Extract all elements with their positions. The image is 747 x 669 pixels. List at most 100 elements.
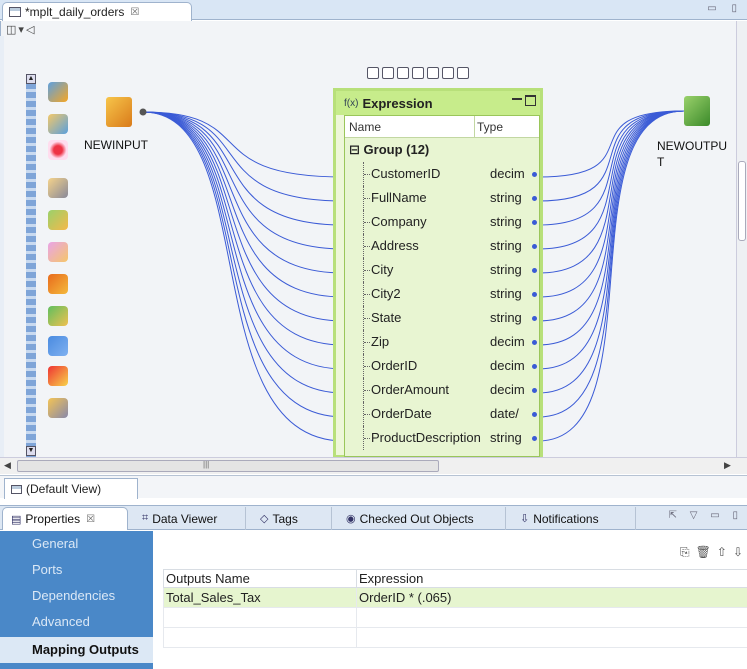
port-type: string: [490, 430, 522, 445]
tab-default-view[interactable]: (Default View): [4, 478, 138, 499]
transform-icon[interactable]: [48, 114, 68, 134]
delete-output-icon[interactable]: 🗑: [696, 545, 711, 560]
move-down-icon[interactable]: ⇩: [733, 545, 743, 560]
expression-cell[interactable]: [356, 607, 747, 628]
port-name: City2: [371, 286, 401, 301]
editor-window-buttons[interactable]: ▭ ▯: [707, 3, 743, 14]
output-port-dot[interactable]: [532, 196, 537, 201]
port-row[interactable]: City2 string: [345, 282, 539, 306]
input-node-icon[interactable]: [106, 97, 132, 127]
close-icon[interactable]: ☒: [86, 514, 95, 525]
cut-icon[interactable]: [382, 67, 394, 79]
move-up-icon[interactable]: [442, 67, 454, 79]
palette-scroll-up-icon[interactable]: ▲: [26, 74, 36, 84]
router-icon[interactable]: [48, 210, 68, 230]
canvas-vertical-scrollbar[interactable]: [736, 21, 747, 457]
output-port-dot[interactable]: [532, 364, 537, 369]
side-nav-item-general[interactable]: General: [0, 531, 153, 557]
aggregator-icon[interactable]: [48, 82, 68, 102]
output-name-cell[interactable]: Total_Sales_Tax: [163, 587, 357, 608]
copy-icon[interactable]: [397, 67, 409, 79]
layout-icon[interactable]: ◫: [6, 23, 16, 36]
editor-tab-mplt-daily-orders[interactable]: *mplt_daily_orders ☒: [2, 2, 192, 21]
expression-header[interactable]: f(x) Expression: [336, 91, 540, 115]
expression-transformation[interactable]: f(x) Expression Name Type ⊟ Group (12) C…: [333, 88, 543, 458]
update-strategy-icon[interactable]: [48, 398, 68, 418]
paste-icon[interactable]: [412, 67, 424, 79]
port-group[interactable]: ⊟ Group (12): [345, 138, 539, 162]
port-row[interactable]: State string: [345, 306, 539, 330]
output-port-dot[interactable]: [532, 244, 537, 249]
sorter-icon[interactable]: [48, 242, 68, 262]
port-row[interactable]: City string: [345, 258, 539, 282]
expression-cell[interactable]: [356, 627, 747, 648]
filter-icon[interactable]: [48, 178, 68, 198]
delete-icon[interactable]: [427, 67, 439, 79]
tab-label: Tags: [272, 511, 298, 526]
port-row[interactable]: OrderID decim: [345, 354, 539, 378]
move-down-icon[interactable]: [457, 67, 469, 79]
new-output-icon[interactable]: ⎘: [680, 545, 690, 560]
table-row[interactable]: Total_Sales_Tax OrderID * (.065): [163, 587, 747, 608]
output-port-dot[interactable]: [532, 268, 537, 273]
normalizer-icon[interactable]: [48, 306, 68, 326]
scroll-right-icon[interactable]: ▶: [724, 460, 731, 471]
move-up-icon[interactable]: ⇧: [717, 545, 727, 560]
output-port-dot[interactable]: [532, 220, 537, 225]
tab-data-viewer[interactable]: ⌗ Data Viewer: [134, 507, 246, 530]
column-header-type[interactable]: Type: [475, 120, 503, 134]
expression-cell[interactable]: OrderID * (.065): [356, 587, 747, 608]
output-port-dot[interactable]: [532, 316, 537, 321]
port-row[interactable]: Address string: [345, 234, 539, 258]
output-port-dot[interactable]: [532, 436, 537, 441]
canvas-mini-toolbar: ◫ ▾ ◁: [6, 21, 34, 37]
output-name-cell[interactable]: [163, 627, 357, 648]
scroll-left-icon[interactable]: ◀: [4, 460, 11, 471]
canvas-horizontal-scrollbar[interactable]: ◀ ||| ▶: [0, 457, 747, 474]
side-nav-item-advanced[interactable]: Advanced: [0, 609, 153, 635]
output-port-dot[interactable]: [532, 388, 537, 393]
collapse-left-icon[interactable]: ◁: [26, 23, 34, 36]
table-row[interactable]: [163, 627, 747, 648]
chevron-down-icon[interactable]: ▾: [18, 23, 24, 36]
tab-properties[interactable]: ▤ Properties ☒: [2, 507, 128, 530]
lookup-icon[interactable]: [48, 274, 68, 294]
tab-checked-out-objects[interactable]: ◉ Checked Out Objects: [338, 507, 506, 530]
table-row[interactable]: [163, 607, 747, 628]
new-port-icon[interactable]: [367, 67, 379, 79]
close-icon[interactable]: ☒: [130, 7, 139, 18]
port-row[interactable]: Zip decim: [345, 330, 539, 354]
side-nav-item-dependencies[interactable]: Dependencies: [0, 583, 153, 609]
output-node-icon[interactable]: [684, 96, 710, 126]
column-header-name[interactable]: Name: [345, 115, 475, 138]
tab-tags[interactable]: ◇ Tags: [252, 507, 332, 530]
collapse-group-icon[interactable]: ⊟: [349, 142, 360, 157]
scroll-thumb[interactable]: [17, 460, 439, 472]
port-row[interactable]: Company string: [345, 210, 539, 234]
output-name-cell[interactable]: [163, 607, 357, 628]
side-nav-item-ports[interactable]: Ports: [0, 557, 153, 583]
port-row[interactable]: FullName string: [345, 186, 539, 210]
scroll-thumb[interactable]: [738, 161, 746, 241]
joiner-icon[interactable]: [48, 140, 68, 160]
tab-icon: ▤: [11, 513, 22, 526]
tab-notifications[interactable]: ⇩ Notifications: [512, 507, 636, 530]
union-icon[interactable]: [48, 366, 68, 386]
output-port-dot[interactable]: [532, 172, 537, 177]
port-row[interactable]: ProductDescription string: [345, 426, 539, 450]
output-port-dot[interactable]: [532, 340, 537, 345]
port-row[interactable]: CustomerID decim: [345, 162, 539, 186]
port-row[interactable]: OrderAmount decim: [345, 378, 539, 402]
port-row[interactable]: OrderDate date/: [345, 402, 539, 426]
sequence-icon[interactable]: [48, 336, 68, 356]
output-port-dot[interactable]: [532, 292, 537, 297]
palette-scrollbar[interactable]: [26, 74, 36, 457]
output-port-dot[interactable]: [532, 412, 537, 417]
side-nav-item-mapping-outputs[interactable]: Mapping Outputs: [0, 637, 153, 663]
maximize-icon[interactable]: [525, 95, 536, 106]
column-header-outputs-name[interactable]: Outputs Name: [163, 569, 357, 588]
minimize-icon[interactable]: [512, 98, 522, 100]
palette-scroll-down-icon[interactable]: ▼: [26, 446, 36, 456]
column-header-expression[interactable]: Expression: [356, 569, 747, 588]
panel-window-buttons[interactable]: ⇱ ▽ ▭ ▯: [669, 510, 743, 521]
